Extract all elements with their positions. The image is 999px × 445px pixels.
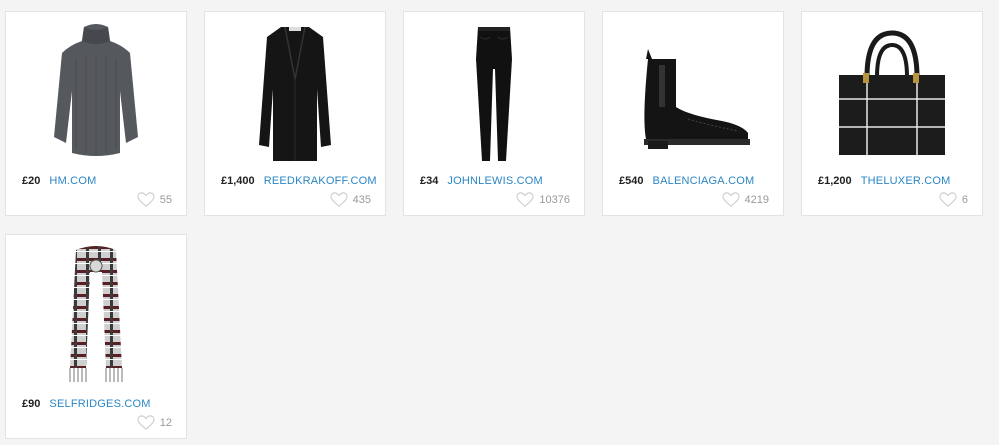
product-info: £34 JOHNLEWIS.COM — [420, 175, 543, 188]
like-control[interactable]: 6 — [939, 192, 968, 208]
like-count: 10376 — [539, 194, 570, 206]
like-count: 6 — [961, 194, 968, 206]
like-control[interactable]: 12 — [137, 415, 172, 431]
like-count: 4219 — [744, 194, 769, 206]
product-info: £90 SELFRIDGES.COM — [22, 398, 151, 411]
product-price: £1,200 — [818, 175, 852, 187]
product-price: £540 — [619, 175, 644, 187]
like-count: 435 — [352, 194, 371, 206]
product-price: £20 — [22, 175, 41, 187]
product-info: £1,200 THELUXER.COM — [818, 175, 951, 188]
product-info: £20 HM.COM — [22, 175, 96, 188]
product-grid: £20 HM.COM 55 £1,400 REEDKRAKOFF.COM 435 — [0, 0, 999, 445]
heart-icon[interactable] — [330, 192, 348, 208]
product-image-boot[interactable] — [603, 16, 783, 172]
product-image-coat[interactable] — [205, 16, 385, 172]
product-card[interactable]: £1,200 THELUXER.COM 6 — [801, 11, 983, 216]
product-image-scarf[interactable] — [6, 239, 186, 395]
store-link[interactable]: HM.COM — [49, 175, 96, 187]
heart-icon[interactable] — [939, 192, 957, 208]
product-image-sweater[interactable] — [6, 16, 186, 172]
product-price: £90 — [22, 398, 41, 410]
heart-icon[interactable] — [721, 192, 740, 208]
product-info: £540 BALENCIAGA.COM — [619, 175, 754, 188]
product-card[interactable]: £540 BALENCIAGA.COM 4219 — [602, 11, 784, 216]
product-card[interactable]: £34 JOHNLEWIS.COM 10376 — [403, 11, 585, 216]
store-link[interactable]: JOHNLEWIS.COM — [447, 175, 543, 187]
like-count: 55 — [159, 194, 172, 206]
like-control[interactable]: 10376 — [516, 192, 570, 208]
product-card[interactable]: £20 HM.COM 55 — [5, 11, 187, 216]
heart-icon[interactable] — [137, 192, 155, 208]
product-card[interactable]: £1,400 REEDKRAKOFF.COM 435 — [204, 11, 386, 216]
store-link[interactable]: SELFRIDGES.COM — [49, 398, 150, 410]
product-price: £1,400 — [221, 175, 255, 187]
like-control[interactable]: 435 — [330, 192, 371, 208]
heart-icon[interactable] — [516, 192, 534, 208]
like-control[interactable]: 4219 — [721, 192, 769, 208]
product-image-bag[interactable] — [802, 16, 982, 172]
like-count: 12 — [159, 417, 172, 429]
product-image-jeans[interactable] — [404, 16, 584, 172]
product-price: £34 — [420, 175, 439, 187]
product-info: £1,400 REEDKRAKOFF.COM — [221, 175, 377, 188]
store-link[interactable]: THELUXER.COM — [861, 175, 951, 187]
store-link[interactable]: BALENCIAGA.COM — [653, 175, 755, 187]
product-card[interactable]: £90 SELFRIDGES.COM 12 — [5, 234, 187, 439]
heart-icon[interactable] — [137, 415, 155, 431]
store-link[interactable]: REEDKRAKOFF.COM — [264, 175, 377, 187]
like-control[interactable]: 55 — [137, 192, 172, 208]
